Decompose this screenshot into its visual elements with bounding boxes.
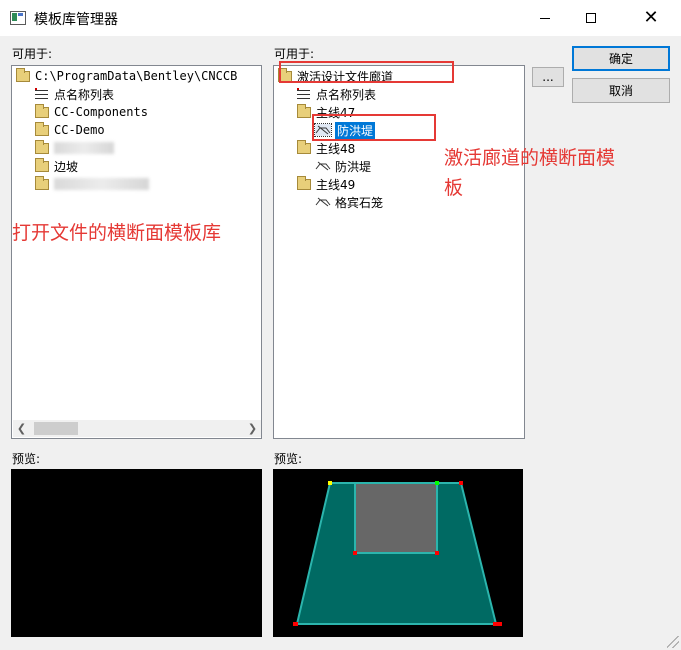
folder-open-icon (297, 103, 311, 118)
levee-core-shape (354, 482, 438, 554)
tree-item-label: 格宾石笼 (335, 195, 384, 210)
tree-item-label: 点名称列表 (316, 87, 377, 102)
tree-item-mainline-49[interactable]: 主线49 (297, 175, 355, 193)
tree-item-cc-demo[interactable]: CC-Demo (35, 121, 105, 139)
maximize-button[interactable] (568, 0, 614, 36)
right-preview-label: 预览: (274, 452, 303, 466)
tree-item-label: 主线49 (316, 177, 356, 192)
list-icon (297, 88, 311, 100)
tree-item-label: 点名称列表 (54, 87, 115, 102)
annotation-active-corridor-line1: 激活廊道的横断面模 (444, 147, 616, 169)
app-icon (10, 11, 26, 25)
folder-icon (35, 103, 49, 118)
blurred-label (54, 178, 149, 190)
window-title: 模板库管理器 (34, 12, 118, 28)
scroll-right-icon[interactable]: ❯ (244, 420, 261, 437)
annotation-left-library: 打开文件的横断面模板库 (12, 222, 222, 244)
point-marker (328, 481, 332, 485)
list-icon (35, 88, 49, 100)
left-preview-label: 预览: (12, 452, 41, 466)
folder-icon (35, 175, 49, 190)
folder-icon (35, 139, 49, 154)
browse-button[interactable]: ... (532, 67, 564, 87)
tree-item-mainline-48[interactable]: 主线48 (297, 139, 355, 157)
ok-button[interactable]: 确定 (572, 46, 670, 71)
horizontal-scrollbar[interactable]: ❮ ❯ (13, 420, 261, 437)
folder-icon (35, 157, 49, 172)
tree-item-library-root[interactable]: C:\ProgramData\Bentley\CNCCB (16, 67, 237, 85)
library-tree[interactable]: C:\ProgramData\Bentley\CNCCB 点名称列表 CC-Co… (11, 65, 262, 439)
folder-open-icon (16, 67, 30, 82)
scroll-thumb[interactable] (34, 422, 78, 435)
template-icon (315, 197, 331, 207)
close-icon: ✕ (643, 7, 659, 28)
minimize-button[interactable] (522, 0, 568, 36)
blurred-label (54, 142, 114, 154)
tree-item-label: CC-Demo (54, 123, 105, 137)
folder-open-icon (297, 175, 311, 190)
tree-item-blurred[interactable] (35, 139, 114, 157)
tree-item-label: 防洪堤 (335, 159, 372, 174)
right-available-label: 可用于: (274, 47, 315, 61)
cancel-button[interactable]: 取消 (572, 78, 670, 103)
tree-item-blurred[interactable] (35, 175, 149, 193)
annotation-active-corridor-line2: 板 (444, 177, 464, 199)
tree-item-point-names[interactable]: 点名称列表 (297, 85, 376, 103)
folder-icon (35, 121, 49, 136)
folder-open-icon (297, 139, 311, 154)
point-marker (459, 481, 463, 485)
left-available-label: 可用于: (12, 47, 53, 61)
template-icon (315, 161, 331, 171)
annotation-box-levee (312, 114, 436, 141)
tree-item-levee[interactable]: 防洪堤 (315, 157, 371, 175)
maximize-icon (586, 13, 596, 23)
point-marker (435, 551, 439, 555)
tree-item-label: 主线48 (316, 141, 356, 156)
scroll-left-icon[interactable]: ❮ (13, 420, 30, 437)
minimize-icon (540, 17, 550, 19)
point-marker (353, 551, 357, 555)
point-marker (435, 481, 439, 485)
resize-grip-icon[interactable] (667, 636, 679, 648)
annotation-box-active-corridor (279, 61, 454, 83)
tree-item-label: CC-Components (54, 105, 148, 119)
tree-item-point-names[interactable]: 点名称列表 (35, 85, 114, 103)
tree-item-cc-components[interactable]: CC-Components (35, 103, 148, 121)
tree-item-label: 边坡 (54, 159, 79, 174)
tree-item-label: C:\ProgramData\Bentley\CNCCB (35, 69, 238, 83)
point-marker (493, 622, 502, 626)
left-preview-canvas (11, 469, 262, 637)
point-marker (293, 622, 298, 626)
tree-item-slope[interactable]: 边坡 (35, 157, 78, 175)
title-bar: 模板库管理器 ✕ (0, 0, 681, 36)
tree-item-gabion[interactable]: 格宾石笼 (315, 193, 383, 211)
right-preview-canvas (273, 469, 523, 637)
close-button[interactable]: ✕ (628, 0, 674, 36)
